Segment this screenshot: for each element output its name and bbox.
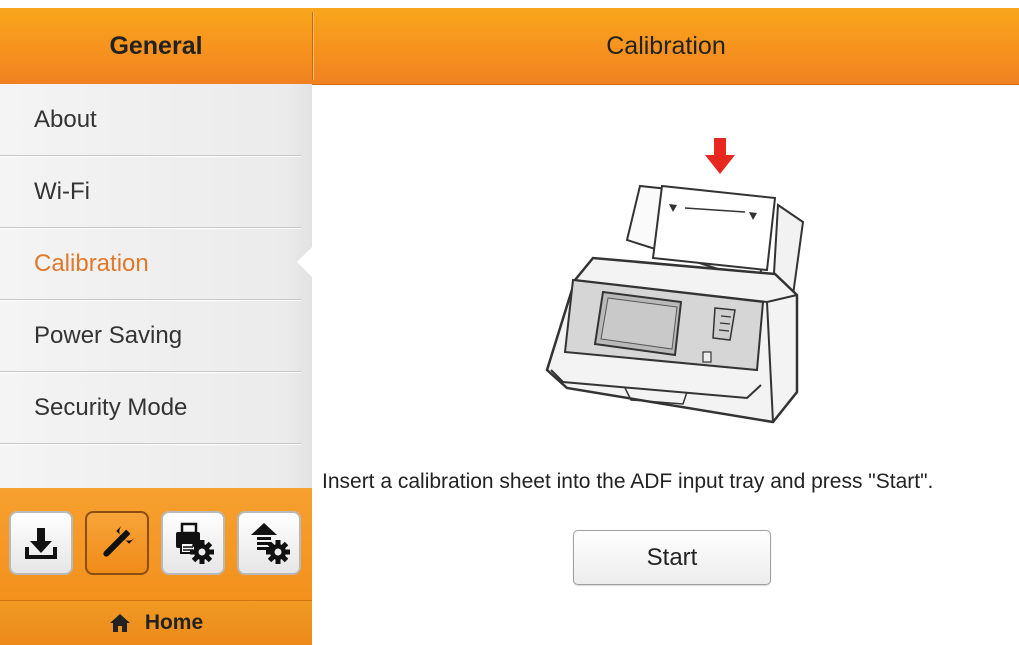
upload-settings-button[interactable]	[237, 511, 301, 575]
active-item-pointer	[297, 247, 312, 277]
home-icon	[109, 614, 130, 632]
sidebar-item-label: Power Saving	[34, 322, 183, 349]
start-button[interactable]: Start	[573, 530, 771, 585]
wrench-icon	[103, 525, 135, 557]
sidebar-item-calibration[interactable]: Calibration	[0, 228, 302, 300]
sidebar-item-about[interactable]: About	[0, 84, 302, 156]
sidebar-item-label: Calibration	[34, 250, 149, 277]
download-icon	[25, 528, 57, 559]
page-title: Calibration	[606, 31, 726, 60]
sidebar: About Wi-Fi Calibration Power Saving Sec…	[0, 84, 312, 488]
printer-settings-icon	[176, 522, 214, 564]
home-label: Home	[144, 611, 204, 634]
insert-arrow-icon	[705, 138, 735, 174]
upload-settings-icon	[251, 523, 290, 564]
bottom-toolbar	[0, 488, 312, 600]
sidebar-item-label: About	[34, 106, 97, 133]
home-button[interactable]: Home	[0, 600, 312, 645]
printer-settings-button[interactable]	[161, 511, 225, 575]
divider	[0, 443, 302, 444]
sidebar-item-label: Security Mode	[34, 394, 188, 421]
sidebar-item-security-mode[interactable]: Security Mode	[0, 372, 302, 444]
section-title-general: General	[109, 31, 203, 60]
scanner-calibration-illustration	[545, 138, 805, 424]
settings-tools-button[interactable]	[85, 511, 149, 575]
sidebar-item-label: Wi-Fi	[34, 178, 90, 205]
download-button[interactable]	[9, 511, 73, 575]
sidebar-item-wifi[interactable]: Wi-Fi	[0, 156, 302, 228]
header-bar: General Calibration	[0, 8, 1019, 85]
instruction-text: Insert a calibration sheet into the ADF …	[322, 470, 934, 493]
sidebar-item-power-saving[interactable]: Power Saving	[0, 300, 302, 372]
